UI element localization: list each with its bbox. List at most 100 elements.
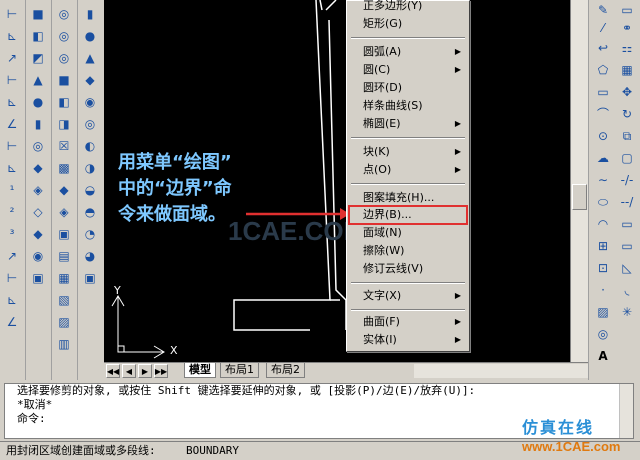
draw-cloud-icon[interactable]: ◑: [80, 158, 100, 178]
section-icon[interactable]: ◆: [28, 224, 48, 244]
draw-circle-icon[interactable]: ◐: [80, 136, 100, 156]
dim-continue-icon[interactable]: ⊾: [2, 158, 22, 178]
copy-face-icon[interactable]: ▥: [54, 334, 74, 354]
point-icon[interactable]: ·: [593, 280, 613, 300]
solid-edge-icon[interactable]: ◨: [54, 114, 74, 134]
solid-box-icon[interactable]: ■: [54, 70, 74, 90]
cylinder-icon[interactable]: ▮: [28, 114, 48, 134]
paint-icon[interactable]: ▧: [54, 290, 74, 310]
draw-point-icon[interactable]: ◕: [80, 246, 100, 266]
pencil-icon[interactable]: ✎: [593, 0, 613, 20]
menu-item-hatch[interactable]: 图案填充(H)...: [349, 189, 467, 207]
draw-xline-icon[interactable]: ●: [80, 26, 100, 46]
chamfer-icon[interactable]: ◺: [617, 258, 637, 278]
rectangle-icon[interactable]: ▭: [593, 82, 613, 102]
menu-item-circle[interactable]: 圆(C) ▶: [349, 61, 467, 79]
tab-last-icon[interactable]: ▶▶: [154, 364, 168, 378]
circle-icon[interactable]: ⊙: [593, 126, 613, 146]
vertical-scrollbar[interactable]: [570, 0, 588, 362]
dim-diameter-icon[interactable]: ⊾: [2, 92, 22, 112]
scale-icon[interactable]: ⧉: [617, 126, 637, 146]
move-icon[interactable]: ✥: [617, 82, 637, 102]
horizontal-scrollbar[interactable]: [414, 364, 588, 378]
draw-pline-icon[interactable]: ▲: [80, 48, 100, 68]
dim-2-icon[interactable]: ²: [2, 202, 22, 222]
menu-item-boundary[interactable]: 边界(B)...: [348, 205, 468, 225]
stretch-icon[interactable]: ▢: [617, 148, 637, 168]
dim-baseline-icon[interactable]: ⊢: [2, 136, 22, 156]
menu-item-ellipse[interactable]: 椭圆(E) ▶: [349, 115, 467, 133]
dim-angular-icon[interactable]: ∠: [2, 114, 22, 134]
torus-icon[interactable]: ◎: [28, 136, 48, 156]
draw-arc-icon[interactable]: ◎: [80, 114, 100, 134]
camera-icon[interactable]: ◉: [28, 246, 48, 266]
shell-icon[interactable]: ▩: [54, 158, 74, 178]
polyline-icon[interactable]: ↩: [593, 38, 613, 58]
imprint-icon[interactable]: ◆: [54, 180, 74, 200]
draw-line-icon[interactable]: ▮: [80, 4, 100, 24]
rotate-icon[interactable]: ↻: [617, 104, 637, 124]
copy-icon[interactable]: ⚭: [617, 18, 637, 38]
menu-item-text[interactable]: 文字(X) ▶: [349, 287, 467, 305]
separate-icon[interactable]: ◈: [54, 202, 74, 222]
draw-spline-icon[interactable]: ◒: [80, 180, 100, 200]
menu-item-revcloud[interactable]: 修订云线(V): [349, 260, 467, 278]
extend-icon[interactable]: --/: [617, 192, 637, 212]
color-face-icon[interactable]: ▦: [54, 268, 74, 288]
cube-icon[interactable]: ■: [28, 4, 48, 24]
break-icon[interactable]: ▭: [617, 214, 637, 234]
bucket-icon[interactable]: ▨: [54, 312, 74, 332]
ellipse-arc-icon[interactable]: ◠: [593, 214, 613, 234]
menu-item-point[interactable]: 点(O) ▶: [349, 161, 467, 179]
revcloud-icon[interactable]: ☁: [593, 148, 613, 168]
tab-layout1[interactable]: 布局1: [220, 363, 259, 378]
tab-layout2[interactable]: 布局2: [266, 363, 305, 378]
dim-ordinate-icon[interactable]: ↗: [2, 48, 22, 68]
revolve-icon[interactable]: ◈: [28, 180, 48, 200]
menu-item-donut[interactable]: 圆环(D): [349, 79, 467, 97]
intersect-icon[interactable]: ◎: [54, 48, 74, 68]
box-icon[interactable]: ◧: [28, 26, 48, 46]
extrude-icon[interactable]: ◆: [28, 158, 48, 178]
draw-ellipse-icon[interactable]: ◓: [80, 202, 100, 222]
dim-linear-icon[interactable]: ⊢: [2, 4, 22, 24]
dim-aligned-icon[interactable]: ⊾: [2, 26, 22, 46]
draw-block-icon[interactable]: ◔: [80, 224, 100, 244]
menu-item-region[interactable]: 面域(N): [349, 224, 467, 242]
dim-leader-icon[interactable]: ↗: [2, 246, 22, 266]
draw-polygon-icon[interactable]: ◆: [80, 70, 100, 90]
clean-icon[interactable]: ▣: [54, 224, 74, 244]
construction-line-icon[interactable]: ⁄: [593, 18, 613, 38]
draw-hatch-icon[interactable]: ▣: [80, 268, 100, 288]
menu-item-block[interactable]: 块(K) ▶: [349, 143, 467, 161]
check-icon[interactable]: ▤: [54, 246, 74, 266]
mirror-icon[interactable]: ⚏: [617, 38, 637, 58]
join-icon[interactable]: ▭: [617, 236, 637, 256]
polygon-icon[interactable]: ⬠: [593, 60, 613, 80]
dim-1-icon[interactable]: ¹: [2, 180, 22, 200]
render-icon[interactable]: ▣: [28, 268, 48, 288]
slice-icon[interactable]: ◇: [28, 202, 48, 222]
delete-face-icon[interactable]: ☒: [54, 136, 74, 156]
tab-prev-icon[interactable]: ◀: [122, 364, 136, 378]
ellipse-icon[interactable]: ⬭: [593, 192, 613, 212]
make-block-icon[interactable]: ⊡: [593, 258, 613, 278]
sphere-icon[interactable]: ●: [28, 92, 48, 112]
arc-icon[interactable]: ⌒: [593, 104, 613, 124]
erase-icon[interactable]: ▭: [617, 0, 637, 20]
menu-item-solids[interactable]: 实体(I) ▶: [349, 331, 467, 349]
solid-face-icon[interactable]: ◧: [54, 92, 74, 112]
array-icon[interactable]: ▦: [617, 60, 637, 80]
region-icon[interactable]: ◎: [593, 324, 613, 344]
dim-tolerance-icon[interactable]: ⊢: [2, 268, 22, 288]
dim-3-icon[interactable]: ³: [2, 224, 22, 244]
hatch-icon[interactable]: ▨: [593, 302, 613, 322]
menu-item-spline[interactable]: 样条曲线(S): [349, 97, 467, 115]
menu-item-wipeout[interactable]: 擦除(W): [349, 242, 467, 260]
union-icon[interactable]: ◎: [54, 4, 74, 24]
dim-center-icon[interactable]: ⊾: [2, 290, 22, 310]
trim-icon[interactable]: -/-: [617, 170, 637, 190]
spline-icon[interactable]: ∼: [593, 170, 613, 190]
dim-edit-icon[interactable]: ∠: [2, 312, 22, 332]
draw-rect-icon[interactable]: ◉: [80, 92, 100, 112]
